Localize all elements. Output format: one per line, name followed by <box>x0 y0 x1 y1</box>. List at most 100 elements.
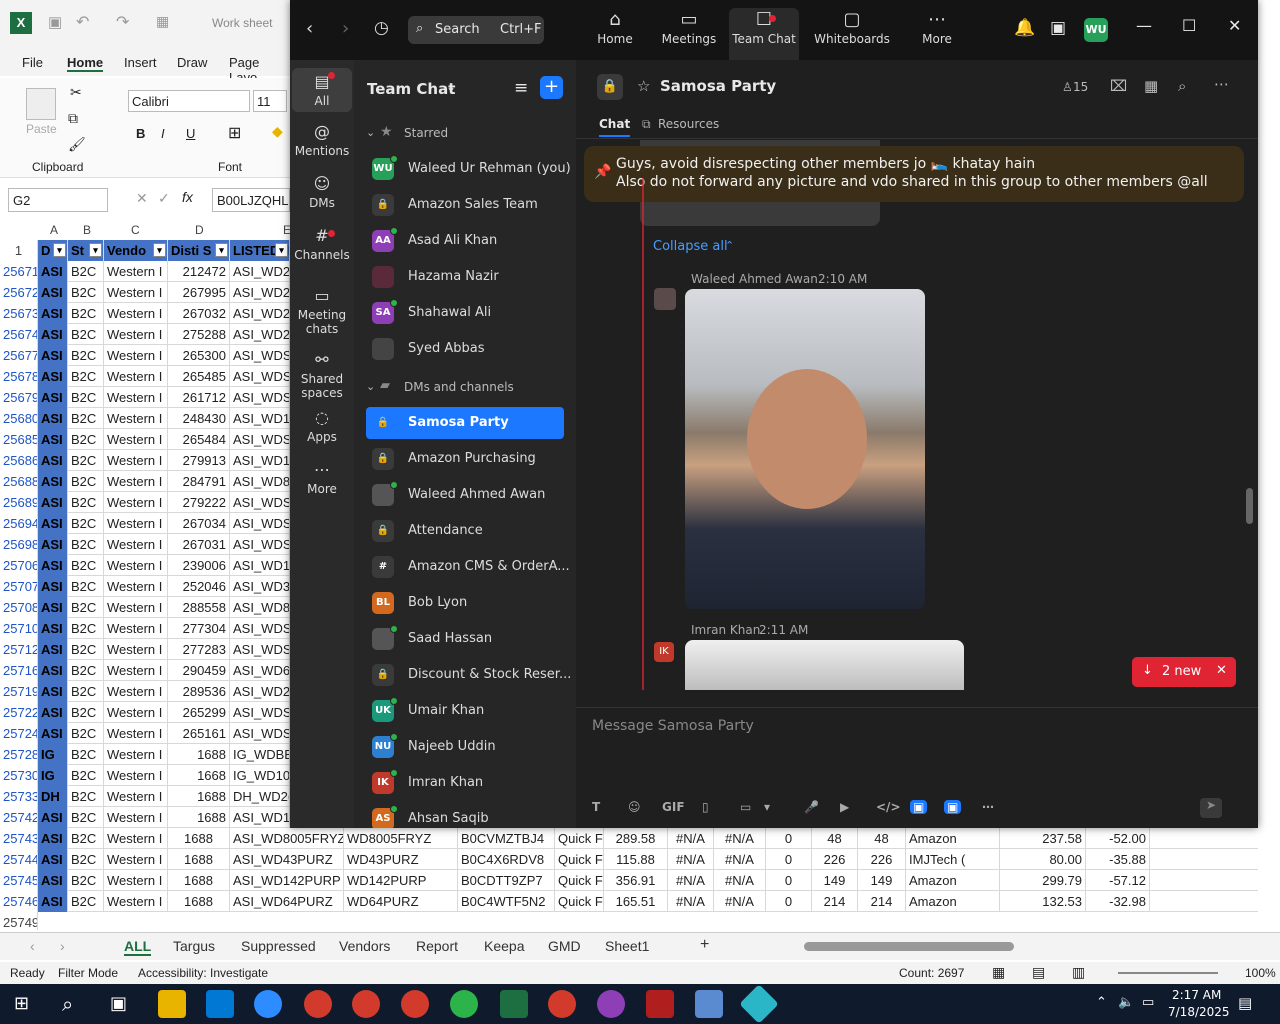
cell[interactable]: Western I <box>104 828 168 849</box>
cell[interactable]: ASI_WDS <box>230 429 290 450</box>
network-icon[interactable]: ▭ <box>1142 995 1154 1010</box>
row-number[interactable]: 25742 <box>0 807 38 828</box>
cell[interactable]: DH <box>38 786 68 807</box>
chat-list-item[interactable]: Waleed Ahmed Awan <box>366 479 564 511</box>
row-number[interactable]: 1 <box>0 240 38 261</box>
cell[interactable]: IMJTech ( <box>906 849 1000 870</box>
row-number[interactable]: 25716 <box>0 660 38 681</box>
app-2-icon[interactable]: ▣ <box>944 800 962 814</box>
cell[interactable]: ASI_WD64PURZ <box>230 891 344 912</box>
row-number[interactable]: 25746 <box>0 891 38 912</box>
composer-more-icon[interactable]: ⋯ <box>982 800 994 814</box>
row-number[interactable]: 25672 <box>0 282 38 303</box>
cell[interactable]: Amazon <box>906 891 1000 912</box>
windows-start-icon[interactable]: ⊞ <box>14 993 29 1014</box>
row-number[interactable]: 25674 <box>0 324 38 345</box>
col-c[interactable]: C <box>131 223 140 237</box>
cell[interactable]: ASI <box>38 471 68 492</box>
chat-search-icon[interactable]: ⌕ <box>1178 77 1186 95</box>
column-header[interactable]: Disti S ▾ <box>168 240 230 261</box>
cell[interactable]: ASI_WD2 <box>230 681 290 702</box>
excel-taskbar-icon[interactable] <box>500 990 528 1018</box>
cell[interactable]: B2C <box>68 408 104 429</box>
cell[interactable]: WD142PURP <box>344 870 458 891</box>
font-name-select[interactable]: Calibri <box>128 90 250 112</box>
cell[interactable]: 356.91 <box>604 870 668 891</box>
screenshot-icon[interactable]: ▭ <box>740 800 751 814</box>
row-number[interactable]: 25671 <box>0 261 38 282</box>
sheet-tab-gmd[interactable]: GMD <box>548 938 581 954</box>
cell[interactable]: Quick F <box>555 828 604 849</box>
chrome-profile-4-icon[interactable] <box>450 990 478 1018</box>
sheet-tab-vendors[interactable]: Vendors <box>339 938 390 954</box>
cell[interactable]: ASI <box>38 870 68 891</box>
cell[interactable]: B2C <box>68 471 104 492</box>
cell[interactable]: 248430 <box>168 408 230 429</box>
row-number[interactable]: 25745 <box>0 870 38 891</box>
cell[interactable]: ASI_WD8005FRYZ <box>230 828 344 849</box>
cell[interactable]: Western I <box>104 744 168 765</box>
rail-dms[interactable]: ☺ DMs <box>292 174 352 210</box>
collapse-all-link[interactable]: Collapse all <box>653 239 728 254</box>
cell[interactable]: Western I <box>104 891 168 912</box>
starred-chevron-icon[interactable]: ⌄ <box>366 126 375 139</box>
cell[interactable]: Western I <box>104 639 168 660</box>
tab-chat[interactable]: Chat <box>599 117 631 137</box>
cell[interactable]: -35.88 <box>1086 849 1150 870</box>
chat-title[interactable]: Samosa Party <box>660 77 776 95</box>
cell[interactable]: Western I <box>104 324 168 345</box>
cell[interactable]: ASI_WD43PURZ <box>230 849 344 870</box>
chat-list-item[interactable]: # Amazon CMS & OrderA... <box>366 551 570 583</box>
horizontal-scrollbar[interactable] <box>804 942 1014 951</box>
cell[interactable]: Western I <box>104 702 168 723</box>
row-number[interactable]: 25724 <box>0 723 38 744</box>
cell[interactable]: 48 <box>812 828 858 849</box>
bold-button[interactable]: B <box>136 126 145 141</box>
cell[interactable]: Western I <box>104 597 168 618</box>
cell[interactable]: 0 <box>766 849 812 870</box>
cell[interactable]: ASI_WD2 <box>230 324 290 345</box>
cell[interactable]: ASI_WDS <box>230 702 290 723</box>
clock-date[interactable]: 7/18/2025 <box>1168 1005 1230 1019</box>
sender-avatar[interactable] <box>654 288 676 310</box>
cell[interactable]: Amazon <box>906 828 1000 849</box>
cell[interactable]: Western I <box>104 261 168 282</box>
cell[interactable]: Western I <box>104 450 168 471</box>
col-d[interactable]: D <box>195 223 204 237</box>
cell[interactable]: ASI <box>38 723 68 744</box>
collapse-chevron-icon[interactable]: ⌃ <box>725 239 734 252</box>
cell[interactable]: ASI_WDS <box>230 534 290 555</box>
cell[interactable]: ASI_WD2 <box>230 303 290 324</box>
message-input[interactable]: Message Samosa Party <box>592 718 1192 742</box>
rail-channels[interactable]: # Channels <box>292 226 352 262</box>
status-accessibility[interactable]: Accessibility: Investigate <box>138 966 268 980</box>
row-number[interactable]: 25706 <box>0 555 38 576</box>
outlook-icon[interactable] <box>206 990 234 1018</box>
cell[interactable]: 265485 <box>168 366 230 387</box>
cell[interactable]: ASI_WD8 <box>230 471 290 492</box>
chrome-profile-5-icon[interactable] <box>548 990 576 1018</box>
cell[interactable]: 1668 <box>168 765 230 786</box>
chat-list-item[interactable]: 🔒 Attendance <box>366 515 564 547</box>
cell[interactable]: 267031 <box>168 534 230 555</box>
cell[interactable]: B2C <box>68 324 104 345</box>
fx-icon[interactable]: fx <box>182 189 193 205</box>
cell[interactable]: 165.51 <box>604 891 668 912</box>
row-number[interactable]: 25685 <box>0 429 38 450</box>
cell[interactable]: ASI <box>38 534 68 555</box>
cell[interactable]: ASI_WD1 <box>230 555 290 576</box>
file-explorer-icon[interactable] <box>158 990 186 1018</box>
rail-more[interactable]: ⋯ More <box>292 460 352 496</box>
cell[interactable]: B2C <box>68 849 104 870</box>
row-number[interactable]: 25707 <box>0 576 38 597</box>
cell[interactable]: ASI_WDS <box>230 345 290 366</box>
members-icon[interactable]: ♙ <box>1062 80 1073 94</box>
cell[interactable]: ASI_WD1 <box>230 408 290 429</box>
cell[interactable]: B2C <box>68 429 104 450</box>
rail-apps[interactable]: ◌ Apps <box>292 408 352 444</box>
cell[interactable]: WD43PURZ <box>344 849 458 870</box>
table-icon[interactable]: ▦ <box>156 13 169 30</box>
nav-more[interactable]: ⋯ More <box>912 8 962 58</box>
cell[interactable]: #N/A <box>714 891 766 912</box>
cell[interactable]: B2C <box>68 366 104 387</box>
